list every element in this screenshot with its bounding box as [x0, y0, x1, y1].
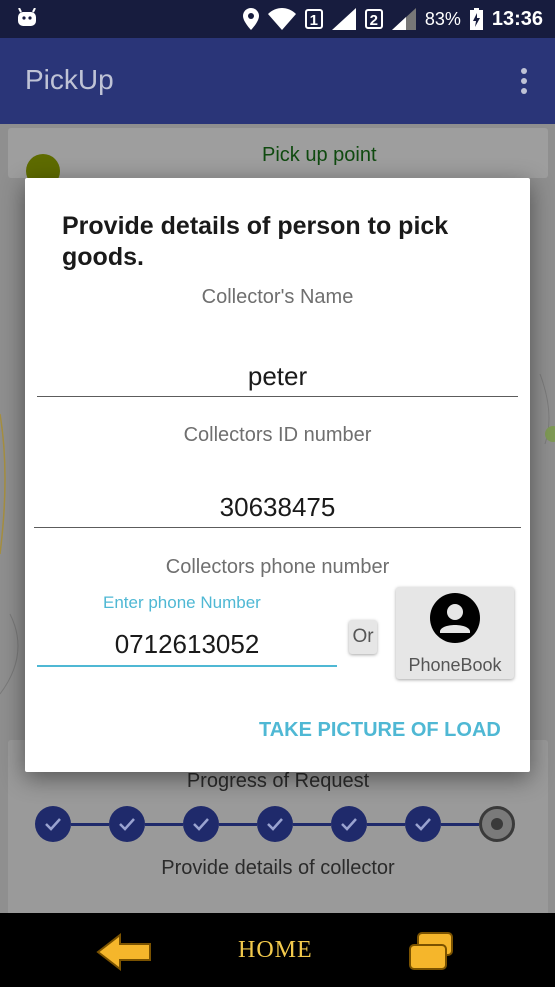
take-picture-button[interactable]: TAKE PICTURE OF LOAD	[259, 719, 501, 742]
collector-id-label: Collectors ID number	[183, 424, 372, 446]
signal1-icon	[331, 8, 356, 30]
step-4-check-icon	[257, 806, 293, 842]
collector-name-label: Collector's Name	[201, 286, 354, 308]
progress-description: Provide details of collector	[161, 857, 395, 879]
battery-charging-icon	[469, 8, 483, 30]
collector-id-input[interactable]: 30638475	[34, 492, 521, 523]
pickup-label: Pick up point	[262, 144, 377, 166]
collector-name-underline	[37, 396, 518, 397]
phonebook-button[interactable]: PhoneBook	[396, 587, 514, 679]
progress-title: Progress of Request	[186, 770, 370, 792]
status-bar: 1 2 83% 13:36	[0, 0, 555, 38]
phone-input-underline	[37, 665, 337, 667]
step-1-check-icon	[35, 806, 71, 842]
back-arrow-icon[interactable]	[96, 933, 154, 971]
collector-id-underline	[34, 527, 521, 528]
app-bar: PickUp	[0, 38, 555, 124]
step-6-check-icon	[405, 806, 441, 842]
sim1-badge: 1	[304, 9, 323, 29]
or-button[interactable]: Or	[349, 620, 377, 654]
step-7-current-icon	[479, 806, 515, 842]
pickup-card: Pick up point	[8, 128, 548, 188]
step-connector	[219, 822, 257, 826]
step-connector	[71, 822, 109, 826]
collector-phone-label: Collectors phone number	[165, 556, 390, 578]
step-3-check-icon	[183, 806, 219, 842]
step-2-check-icon	[109, 806, 145, 842]
phone-number-input[interactable]: 0712613052	[37, 629, 337, 660]
collector-name-input[interactable]: peter	[37, 361, 518, 392]
phone-input-hint: Enter phone Number	[103, 593, 261, 612]
step-connector	[441, 822, 479, 826]
location-icon	[242, 8, 259, 30]
bottom-nav: HOME	[0, 913, 555, 987]
step-connector	[367, 822, 405, 826]
signal2-icon	[391, 8, 416, 30]
wifi-icon	[267, 8, 296, 30]
home-button[interactable]: HOME	[238, 937, 313, 964]
step-5-check-icon	[331, 806, 367, 842]
app-title: PickUp	[25, 64, 114, 95]
contact-person-icon	[430, 593, 480, 643]
battery-percent: 83%	[424, 8, 461, 29]
sim2-badge: 2	[364, 9, 383, 29]
phonebook-label: PhoneBook	[408, 655, 502, 675]
progress-steps	[35, 805, 515, 843]
recents-icon[interactable]	[406, 931, 456, 971]
overflow-menu-icon[interactable]	[521, 68, 527, 98]
step-connector	[293, 822, 331, 826]
collector-details-dialog: Provide details of person to pick goods.…	[25, 178, 530, 772]
android-icon	[18, 8, 36, 26]
dialog-title: Provide details of person to pick goods.	[62, 212, 449, 271]
clock: 13:36	[491, 7, 543, 30]
step-connector	[145, 822, 183, 826]
